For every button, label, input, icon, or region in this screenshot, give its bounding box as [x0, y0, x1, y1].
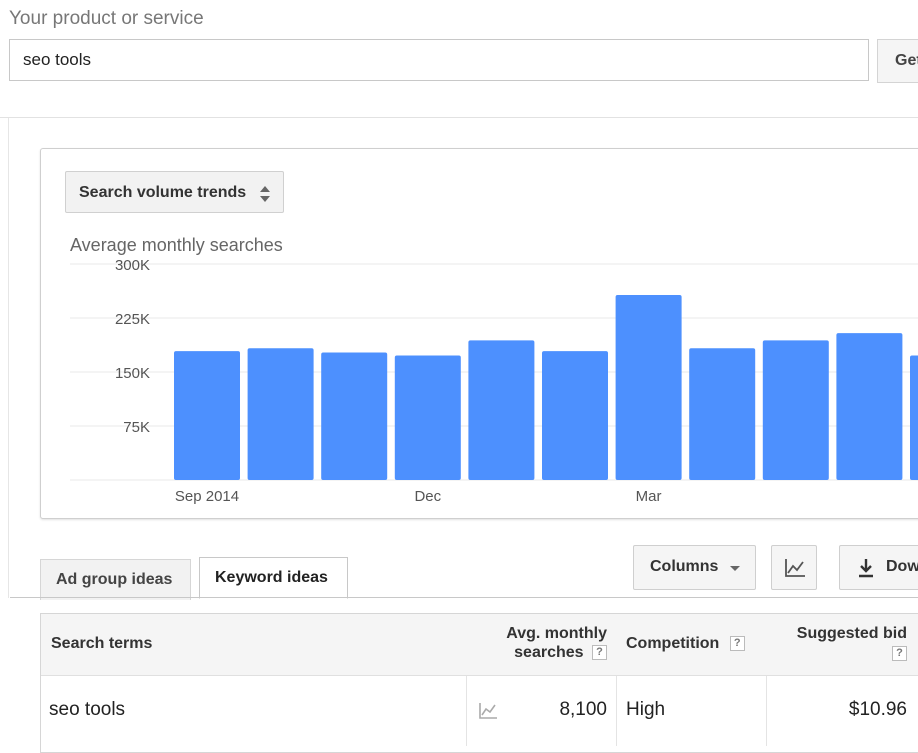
product-input[interactable]	[9, 39, 869, 81]
help-icon[interactable]: ?	[729, 636, 745, 652]
tab-keyword-ideas[interactable]: Keyword ideas	[199, 557, 348, 599]
top-divider	[0, 117, 918, 118]
chevron-down-icon	[730, 566, 740, 571]
tab-ad-group-ideas[interactable]: Ad group ideas	[40, 559, 191, 600]
help-icon[interactable]: ?	[892, 646, 907, 662]
tabs-baseline	[10, 597, 918, 598]
header-avg-monthly-line1: Avg. monthly	[506, 625, 607, 642]
left-rail	[8, 118, 9, 598]
header-search-terms[interactable]: Search terms	[51, 634, 152, 653]
header-avg-monthly-line2: searches	[514, 644, 584, 661]
row-competition: High	[626, 699, 666, 720]
header-suggested-bid[interactable]: Suggested bid ?	[780, 624, 907, 663]
help-icon[interactable]: ?	[592, 645, 607, 661]
header-suggested-bid-label: Suggested bid	[796, 625, 907, 642]
trend-selector-label: Search volume trends	[79, 184, 247, 201]
chart-title: Average monthly searches	[70, 235, 283, 255]
row-suggested-bid: $10.96	[848, 699, 907, 720]
trend-chart-icon[interactable]	[478, 702, 498, 720]
row-search-term[interactable]: seo tools	[49, 699, 125, 721]
table-row: seo tools 8,100 High $10.96	[41, 676, 918, 746]
trend-selector[interactable]: Search volume trends	[65, 171, 284, 213]
download-button[interactable]: Download	[839, 545, 918, 590]
row-avg-monthly: 8,100	[559, 699, 607, 720]
columns-button-label: Columns	[650, 558, 719, 575]
download-icon	[859, 559, 873, 578]
header-competition[interactable]: Competition ?	[626, 634, 745, 653]
download-button-label: Download	[886, 558, 918, 575]
header-avg-monthly[interactable]: Avg. monthly searches ?	[480, 624, 607, 662]
header-competition-label: Competition	[626, 635, 720, 652]
product-label: Your product or service	[9, 8, 204, 29]
line-chart-icon	[785, 559, 805, 577]
chart-toggle-button[interactable]	[771, 545, 817, 590]
sort-arrows-icon	[260, 186, 270, 202]
get-ideas-button[interactable]: Get ideas	[877, 39, 918, 83]
columns-button[interactable]: Columns	[633, 545, 756, 590]
